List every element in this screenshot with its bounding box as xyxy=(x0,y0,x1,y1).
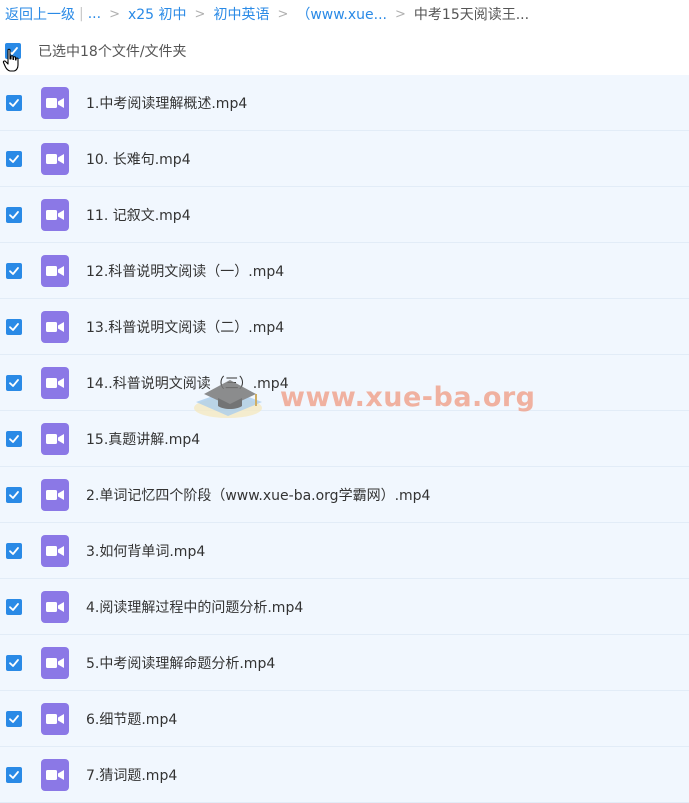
check-icon xyxy=(9,658,19,667)
check-icon xyxy=(9,714,19,723)
selection-bar: 已选中18个文件/文件夹 xyxy=(0,28,689,74)
file-row[interactable]: 10. 长难句.mp4 xyxy=(0,131,689,187)
check-icon xyxy=(9,546,19,555)
file-row[interactable]: 15.真题讲解.mp4 xyxy=(0,411,689,467)
video-camera-icon xyxy=(46,321,64,332)
video-file-icon xyxy=(41,310,69,343)
file-checkbox[interactable] xyxy=(6,654,22,671)
video-camera-icon xyxy=(46,657,64,668)
file-name[interactable]: 10. 长难句.mp4 xyxy=(86,149,191,169)
video-file-icon xyxy=(41,758,69,791)
breadcrumb-item-site[interactable]: （www.xue... xyxy=(296,4,387,24)
video-camera-icon xyxy=(46,489,64,500)
video-file-icon xyxy=(41,702,69,735)
video-camera-icon xyxy=(46,769,64,780)
chevron-right-icon: > xyxy=(109,6,120,22)
file-list: 1.中考阅读理解概述.mp4 10. 长难句.mp4 11. 记叙文.mp4 12.科… xyxy=(0,75,689,803)
check-icon xyxy=(9,266,19,275)
file-name[interactable]: 13.科普说明文阅读（二）.mp4 xyxy=(86,317,284,337)
file-row[interactable]: 3.如何背单词.mp4 xyxy=(0,523,689,579)
file-checkbox[interactable] xyxy=(6,542,22,559)
file-checkbox[interactable] xyxy=(6,94,22,111)
file-checkbox[interactable] xyxy=(6,262,22,279)
video-camera-icon xyxy=(46,545,64,556)
file-name[interactable]: 11. 记叙文.mp4 xyxy=(86,205,191,225)
file-checkbox[interactable] xyxy=(6,374,22,391)
video-camera-icon xyxy=(46,713,64,724)
video-file-icon xyxy=(41,422,69,455)
video-camera-icon xyxy=(46,153,64,164)
file-row[interactable]: 7.猜词题.mp4 xyxy=(0,747,689,803)
check-icon xyxy=(9,98,19,107)
video-camera-icon xyxy=(46,433,64,444)
file-checkbox[interactable] xyxy=(6,150,22,167)
check-icon xyxy=(9,490,19,499)
video-file-icon xyxy=(41,646,69,679)
check-icon xyxy=(9,154,19,163)
video-file-icon xyxy=(41,198,69,231)
video-camera-icon xyxy=(46,265,64,276)
check-icon xyxy=(9,770,19,779)
chevron-right-icon: > xyxy=(395,6,406,22)
check-icon xyxy=(9,434,19,443)
chevron-right-icon: > xyxy=(277,6,289,22)
video-camera-icon xyxy=(46,97,64,108)
file-row[interactable]: 12.科普说明文阅读（一）.mp4 xyxy=(0,243,689,299)
back-link[interactable]: 返回上一级 xyxy=(5,4,75,24)
file-row[interactable]: 1.中考阅读理解概述.mp4 xyxy=(0,75,689,131)
check-icon xyxy=(9,322,19,331)
breadcrumb-item-junior-high[interactable]: x25 初中 xyxy=(128,4,187,24)
file-name[interactable]: 3.如何背单词.mp4 xyxy=(86,541,205,561)
check-icon xyxy=(9,378,19,387)
video-file-icon xyxy=(41,86,69,119)
hand-pointer-icon xyxy=(2,48,19,72)
video-camera-icon xyxy=(46,601,64,612)
file-checkbox[interactable] xyxy=(6,318,22,335)
file-checkbox[interactable] xyxy=(6,598,22,615)
video-file-icon xyxy=(41,142,69,175)
breadcrumb-ellipsis[interactable]: ... xyxy=(88,6,101,22)
video-file-icon xyxy=(41,254,69,287)
video-camera-icon xyxy=(46,377,64,388)
video-file-icon xyxy=(41,478,69,511)
breadcrumb: 返回上一级 | ... > x25 初中 > 初中英语 > （www.xue..… xyxy=(0,0,689,28)
breadcrumb-current: 中考15天阅读王... xyxy=(413,7,530,23)
video-file-icon xyxy=(41,590,69,623)
file-name[interactable]: 4.阅读理解过程中的问题分析.mp4 xyxy=(86,597,303,617)
file-name[interactable]: 14..科普说明文阅读（三）.mp4 xyxy=(86,373,289,393)
breadcrumb-item-english[interactable]: 初中英语 xyxy=(213,4,269,24)
file-row[interactable]: 11. 记叙文.mp4 xyxy=(0,187,689,243)
file-name[interactable]: 6.细节题.mp4 xyxy=(86,709,177,729)
check-icon xyxy=(9,210,19,219)
file-row[interactable]: 5.中考阅读理解命题分析.mp4 xyxy=(0,635,689,691)
file-name[interactable]: 1.中考阅读理解概述.mp4 xyxy=(86,93,247,113)
video-file-icon xyxy=(41,534,69,567)
file-checkbox[interactable] xyxy=(6,710,22,727)
file-name[interactable]: 12.科普说明文阅读（一）.mp4 xyxy=(86,261,284,281)
file-name[interactable]: 7.猜词题.mp4 xyxy=(86,765,177,785)
file-checkbox[interactable] xyxy=(6,766,22,783)
file-name[interactable]: 2.单词记忆四个阶段（www.xue-ba.org学霸网）.mp4 xyxy=(86,485,430,505)
file-row[interactable]: 14..科普说明文阅读（三）.mp4 xyxy=(0,355,689,411)
file-row[interactable]: 2.单词记忆四个阶段（www.xue-ba.org学霸网）.mp4 xyxy=(0,467,689,523)
file-row[interactable]: 13.科普说明文阅读（二）.mp4 xyxy=(0,299,689,355)
video-file-icon xyxy=(41,366,69,399)
video-camera-icon xyxy=(46,209,64,220)
chevron-right-icon: > xyxy=(194,6,206,22)
divider: | xyxy=(79,6,84,22)
file-checkbox[interactable] xyxy=(6,486,22,503)
file-name[interactable]: 5.中考阅读理解命题分析.mp4 xyxy=(86,653,275,673)
file-checkbox[interactable] xyxy=(6,430,22,447)
file-name[interactable]: 15.真题讲解.mp4 xyxy=(86,429,200,449)
file-row[interactable]: 4.阅读理解过程中的问题分析.mp4 xyxy=(0,579,689,635)
file-row[interactable]: 6.细节题.mp4 xyxy=(0,691,689,747)
selection-count-label: 已选中18个文件/文件夹 xyxy=(38,44,187,60)
check-icon xyxy=(9,602,19,611)
file-checkbox[interactable] xyxy=(6,206,22,223)
